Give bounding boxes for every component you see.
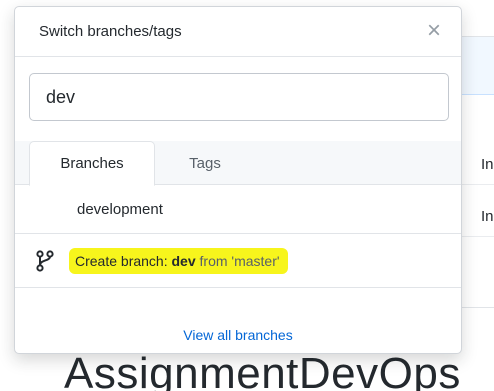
- branch-list: development Create branch: dev from 'mas…: [15, 186, 461, 288]
- dropdown-header: Switch branches/tags ×: [15, 7, 461, 57]
- branch-switcher-dropdown: Switch branches/tags × Branches Tags dev…: [14, 6, 462, 354]
- tab-label: Branches: [60, 155, 124, 172]
- tab-branches[interactable]: Branches: [29, 141, 155, 186]
- branch-item-development[interactable]: development: [15, 186, 461, 234]
- background-row-text: In: [481, 156, 494, 173]
- tab-bar: Branches Tags: [15, 141, 461, 186]
- screen: In In AssignmentDevOps Switch branches/t…: [0, 0, 494, 391]
- branch-name: development: [77, 201, 163, 218]
- close-icon[interactable]: ×: [423, 19, 445, 43]
- background-row-text: In: [481, 208, 494, 225]
- create-branch-prefix: Create branch:: [75, 252, 172, 269]
- tab-tags[interactable]: Tags: [157, 141, 253, 185]
- tab-label: Tags: [189, 154, 221, 172]
- create-branch-source: from 'master': [195, 252, 280, 269]
- view-all-branches-link[interactable]: View all branches: [15, 321, 461, 353]
- create-branch-item[interactable]: Create branch: dev from 'master': [15, 234, 461, 288]
- git-branch-icon: [36, 249, 54, 272]
- dropdown-title: Switch branches/tags: [39, 23, 182, 40]
- create-branch-name: dev: [171, 252, 196, 269]
- branch-filter-input[interactable]: [29, 73, 449, 121]
- create-branch-label: Create branch: dev from 'master': [69, 247, 288, 274]
